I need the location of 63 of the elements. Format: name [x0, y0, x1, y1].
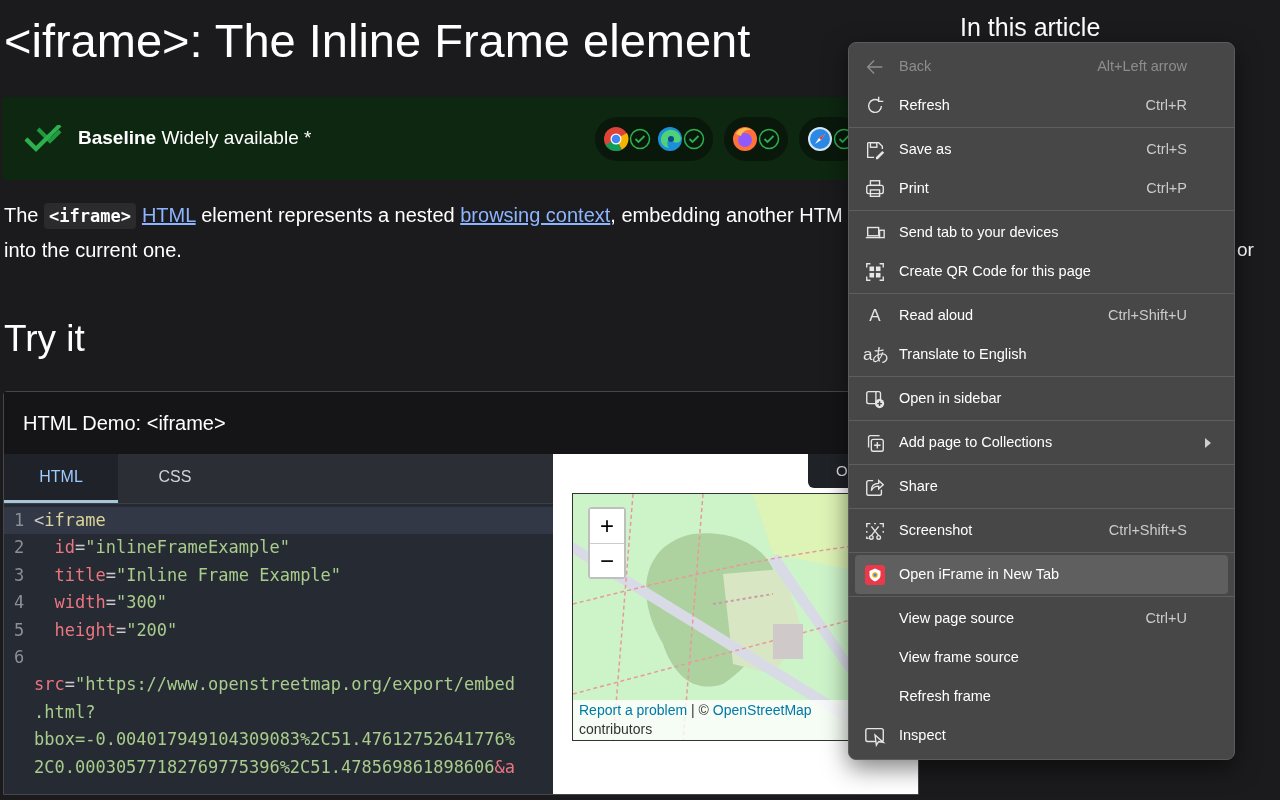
- code-text: .html?: [34, 700, 96, 724]
- line-number: 1: [12, 509, 26, 532]
- sidebar-heading: In this article: [960, 14, 1101, 41]
- code-text: width="300": [54, 591, 168, 615]
- shortcut-text: Ctrl+S: [1146, 139, 1187, 159]
- menu-item[interactable]: aあ Translate to English: [849, 335, 1229, 374]
- edge-browser-icon: [657, 125, 683, 152]
- text-link[interactable]: HTML: [141, 204, 196, 226]
- menu-item[interactable]: Refresh frame: [849, 677, 1229, 716]
- menu-item[interactable]: Create QR Code for this page: [849, 252, 1229, 291]
- safari-browser-icon: [807, 125, 833, 152]
- menu-item[interactable]: Send tab to your devices: [849, 213, 1229, 252]
- description-text: The <iframe> HTML element represents a nested browsing context, embedding another HTM into the current one.: [4, 202, 843, 263]
- openstreetmap-link[interactable]: OpenStreetMap: [712, 702, 812, 718]
- shortcut-text: Ctrl+Shift+U: [1108, 305, 1187, 325]
- menu-item[interactable]: Refresh Ctrl+R: [849, 86, 1229, 125]
- menu-item[interactable]: Screenshot Ctrl+Shift+S: [849, 511, 1229, 550]
- line-number: 4: [12, 591, 26, 615]
- page-title: <iframe>: The Inline Frame element: [4, 14, 751, 68]
- code-text: id="inlineFrameExample": [54, 536, 290, 560]
- shortcut-text: Ctrl+R: [1145, 95, 1187, 115]
- shortcut-text: Ctrl+U: [1145, 608, 1187, 628]
- line-number: 3: [12, 563, 26, 587]
- shortcut-text: Ctrl+Shift+S: [1108, 520, 1187, 540]
- menu-item[interactable]: Add page to Collections: [849, 423, 1229, 462]
- menu-item[interactable]: Share: [849, 467, 1229, 506]
- menu-item[interactable]: A Read aloud Ctrl+Shift+U: [849, 296, 1229, 335]
- code-text: <iframe: [34, 509, 106, 532]
- firefox-browser-icon: [732, 125, 758, 152]
- menu-item[interactable]: Inspect: [849, 716, 1229, 755]
- shortcut-text: Alt+Left arrow: [1097, 56, 1187, 76]
- demo-title: HTML Demo: <iframe>: [23, 411, 226, 436]
- printer-icon: [864, 177, 886, 200]
- code-text: src="https://www.openstreetmap.org/export/embed: [34, 673, 516, 697]
- qr-code-icon: [864, 260, 886, 283]
- report-problem-link[interactable]: Report a problem: [579, 702, 688, 718]
- menu-icon: A: [863, 302, 887, 329]
- menu-item[interactable]: View frame source: [849, 638, 1229, 677]
- zoom-out-button[interactable]: −: [590, 543, 624, 577]
- menu-item[interactable]: Open iFrame in New Tab: [855, 555, 1228, 594]
- menu-icon: aあ: [863, 341, 887, 368]
- line-number: 2: [12, 536, 26, 560]
- section-heading: Try it: [4, 317, 85, 361]
- contributors-text: contributors: [579, 721, 653, 737]
- menu-item[interactable]: Open in sidebar: [849, 379, 1229, 418]
- chrome-browser-icon: [603, 125, 629, 152]
- shield-icon: [864, 563, 886, 586]
- menu-item[interactable]: Save as Ctrl+S: [849, 130, 1229, 169]
- code-text: title="Inline Frame Example": [54, 563, 342, 587]
- menu-item[interactable]: View page source Ctrl+U: [849, 599, 1229, 638]
- shortcut-text: Ctrl+P: [1146, 178, 1187, 198]
- line-number: 6: [12, 646, 26, 670]
- code-text: height="200": [54, 618, 178, 642]
- code-text: bbox=-0.004017949104309083%2C51.47612752641776%: [34, 728, 516, 752]
- menu-item[interactable]: Print Ctrl+P: [849, 169, 1229, 208]
- editor-tab[interactable]: CSS: [118, 454, 232, 503]
- baseline-status-text: Baseline Widely available *: [78, 126, 313, 151]
- editor-tab[interactable]: HTML: [4, 454, 118, 503]
- baseline-check-icon: [22, 124, 64, 153]
- code-text: 2C0.00030577182769775396%2C51.478569861898606&a: [34, 755, 516, 779]
- line-number: 5: [12, 618, 26, 642]
- sidebar-text: or: [1237, 238, 1254, 262]
- attribution-separator: | ©: [690, 702, 710, 718]
